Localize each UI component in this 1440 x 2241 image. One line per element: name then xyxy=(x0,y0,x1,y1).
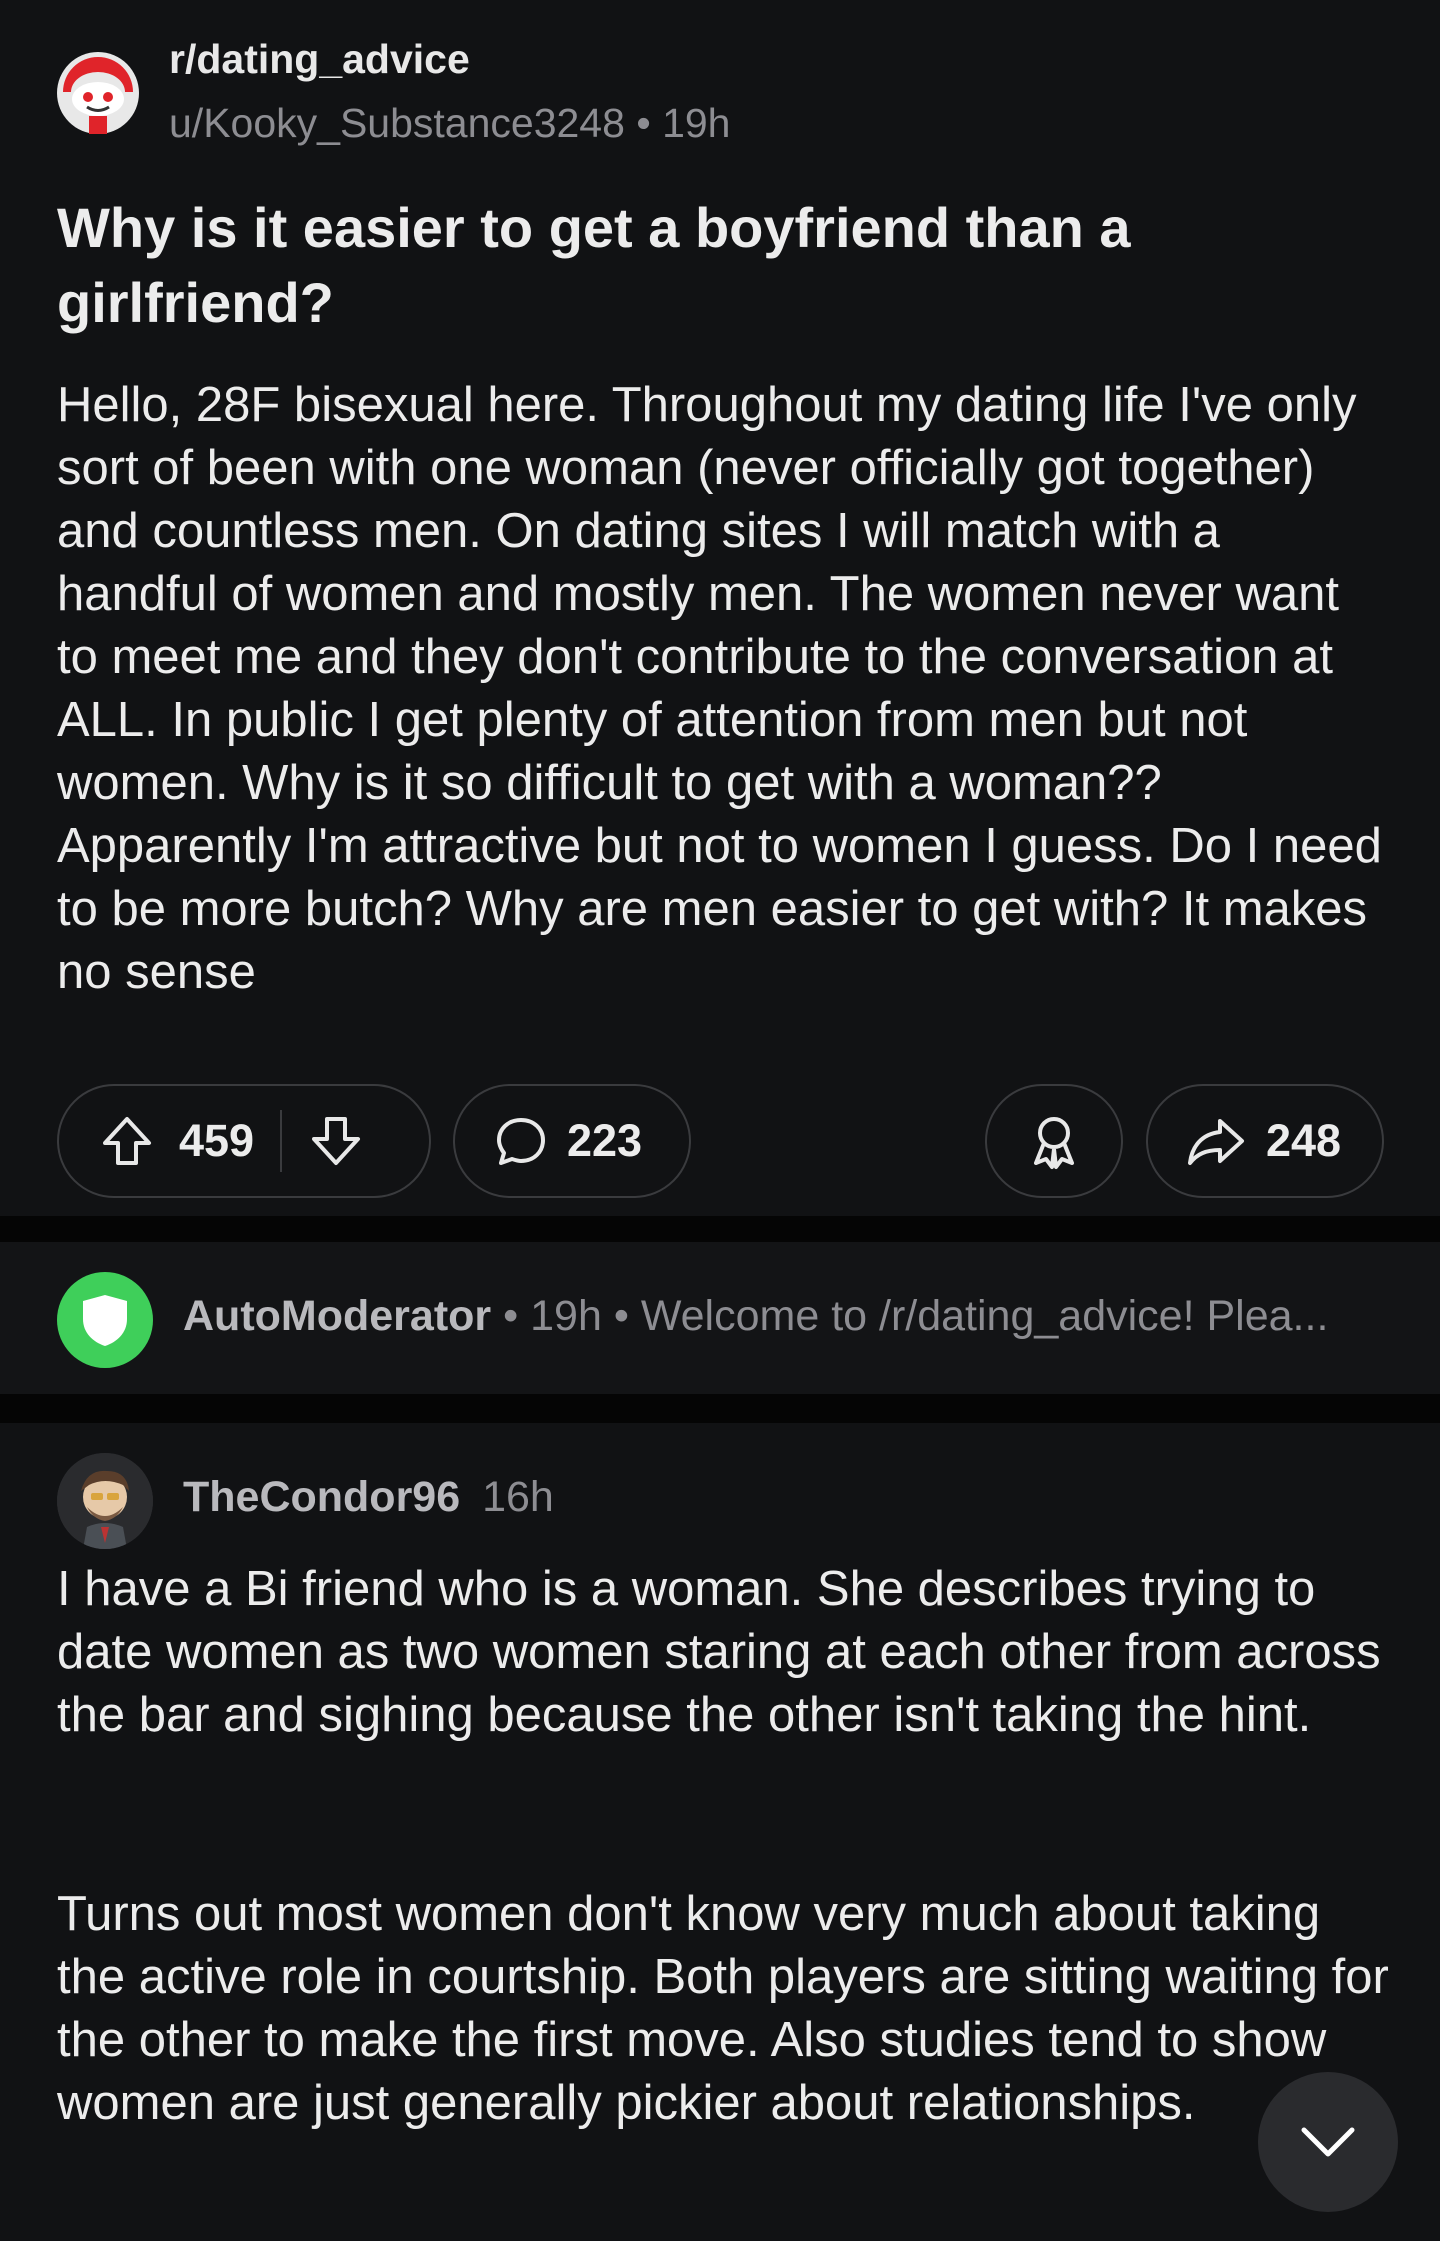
downvote-icon[interactable] xyxy=(308,1113,364,1169)
award-button[interactable] xyxy=(985,1084,1123,1198)
automod-age: 19h xyxy=(530,1292,602,1340)
share-icon xyxy=(1186,1113,1246,1169)
comment-meta: TheCondor96 16h xyxy=(183,1473,554,1522)
shield-icon xyxy=(57,1272,153,1368)
share-count: 248 xyxy=(1266,1115,1342,1166)
share-button[interactable]: 248 xyxy=(1146,1084,1384,1198)
upvote-icon[interactable] xyxy=(99,1113,155,1169)
comment-item: TheCondor96 16h I have a Bi friend who i… xyxy=(0,1423,1440,2241)
automod-comment[interactable]: AutoModerator • 19h • Welcome to /r/dati… xyxy=(0,1242,1440,1394)
meta-dot: • xyxy=(503,1292,531,1340)
section-separator xyxy=(0,1216,1440,1242)
award-icon xyxy=(1024,1111,1084,1171)
vote-divider xyxy=(280,1110,283,1172)
comment-icon xyxy=(493,1113,549,1169)
automod-line: AutoModerator • 19h • Welcome to /r/dati… xyxy=(183,1292,1328,1341)
comment-paragraph[interactable]: I have a Bi friend who is a woman. She d… xyxy=(57,1558,1397,1747)
automod-name[interactable]: AutoModerator xyxy=(183,1292,491,1340)
upvote-count: 459 xyxy=(179,1115,255,1166)
post-body[interactable]: Hello, 28F bisexual here. Throughout my … xyxy=(57,374,1387,1004)
section-separator xyxy=(0,1394,1440,1423)
meta-dot: • xyxy=(613,1292,641,1340)
subreddit-name[interactable]: r/dating_advice xyxy=(169,36,470,83)
post-author[interactable]: u/Kooky_Substance3248 xyxy=(169,100,625,146)
post-title[interactable]: Why is it easier to get a boyfriend than… xyxy=(57,190,1357,340)
comment-author[interactable]: TheCondor96 xyxy=(183,1473,460,1521)
post-card: r/dating_advice u/Kooky_Substance3248 • … xyxy=(0,0,1440,1216)
subreddit-avatar-icon[interactable] xyxy=(57,52,139,134)
meta-dot: • xyxy=(636,100,663,146)
comment-count: 223 xyxy=(567,1115,643,1166)
vote-pill: 459 xyxy=(57,1084,431,1198)
comment-age: 16h xyxy=(482,1473,554,1521)
comment-paragraph[interactable]: Turns out most women don't know very muc… xyxy=(57,1883,1397,2135)
post-age: 19h xyxy=(662,100,731,146)
automod-preview: Welcome to /r/dating_advice! Plea... xyxy=(640,1292,1329,1340)
comment-button[interactable]: 223 xyxy=(453,1084,691,1198)
avatar[interactable] xyxy=(57,1453,153,1549)
post-meta: u/Kooky_Substance3248 • 19h xyxy=(169,100,730,147)
chevron-down-icon[interactable] xyxy=(1258,2072,1398,2212)
